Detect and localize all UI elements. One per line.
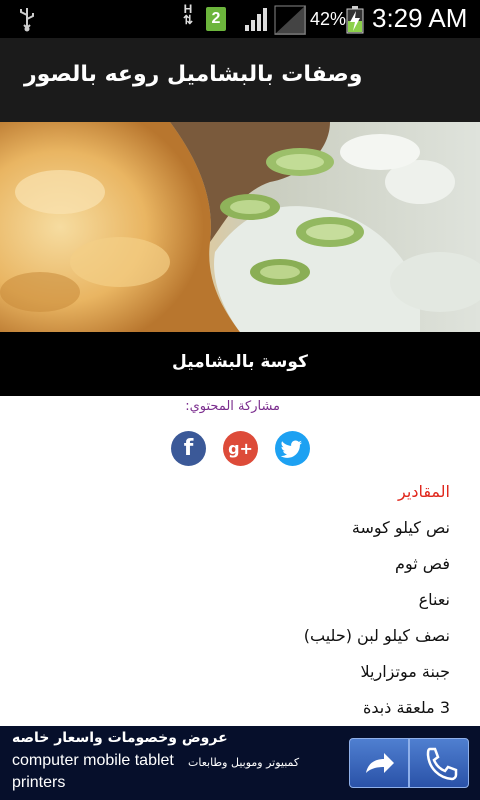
- share-row: f g+: [0, 431, 480, 467]
- status-bar: H ⇅ 2 42% 3:29 AM: [0, 0, 480, 38]
- ad-text: printers: [12, 774, 66, 791]
- ingredients-header: المقادير: [398, 482, 450, 501]
- data-arrows-icon: H ⇅: [182, 2, 194, 27]
- battery-charging-icon: [346, 6, 364, 38]
- sim-icon: 2: [206, 7, 226, 31]
- usb-icon: [16, 6, 38, 36]
- ingredient-item: 3 ملعقة ذبدة: [363, 698, 450, 717]
- ingredient-item: جبنة موتزاريلا: [360, 662, 451, 681]
- app-title: وصفات بالبشاميل روعه بالصور: [24, 62, 363, 87]
- twitter-share-button[interactable]: [275, 431, 310, 466]
- recipe-caption: كوسة بالبشاميل: [172, 352, 308, 372]
- google-plus-icon: g+: [228, 439, 253, 458]
- ingredient-item: نعناع: [418, 590, 450, 609]
- ad-text: computer mobile tablet: [12, 752, 174, 769]
- ad-share-button[interactable]: [349, 738, 409, 788]
- ingredient-item: نص كيلو كوسة: [351, 518, 450, 537]
- ad-banner[interactable]: عروض وخصومات واسعار خاصه computer mobile…: [0, 726, 480, 800]
- share-label: مشاركة المحتوي:: [185, 399, 280, 414]
- ad-title: عروض وخصومات واسعار خاصه: [12, 730, 228, 746]
- network-type: H: [183, 2, 193, 16]
- signal-icon: [273, 4, 307, 40]
- ad-text-arabic: كمبيوتر وموبيل وطابعات: [188, 756, 300, 769]
- phone-icon: [426, 747, 458, 781]
- caption-band: كوسة بالبشاميل: [0, 332, 480, 396]
- signal-icon: [244, 6, 268, 36]
- ingredient-item: نصف كيلو لبن (حليب): [303, 626, 450, 645]
- sim-slot: 2: [211, 10, 221, 27]
- ingredient-item: فص ثوم: [395, 554, 450, 573]
- facebook-icon: f: [183, 436, 194, 461]
- share-arrow-icon: [366, 753, 394, 773]
- facebook-share-button[interactable]: f: [171, 431, 206, 466]
- app-bar: وصفات بالبشاميل روعه بالصور: [0, 38, 480, 122]
- twitter-icon: [275, 431, 310, 466]
- battery-percent: 42%: [310, 9, 347, 29]
- hero-image: [0, 122, 480, 332]
- ad-call-button[interactable]: [409, 738, 469, 788]
- clock: 3:29 AM: [372, 3, 468, 33]
- google-plus-share-button[interactable]: g+: [223, 431, 258, 466]
